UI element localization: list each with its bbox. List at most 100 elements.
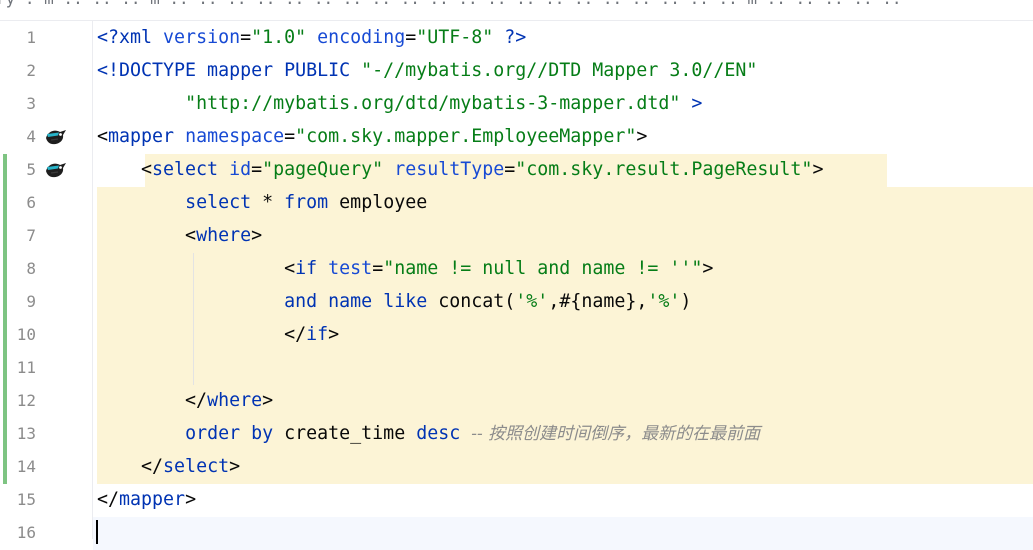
code-token: and (284, 291, 318, 312)
code-line[interactable]: 14 </select> (0, 451, 1033, 484)
code-token: test (328, 258, 373, 279)
code-text[interactable]: <mapper namespace="com.sky.mapper.Employ… (97, 126, 647, 148)
code-token: select (185, 192, 252, 213)
code-line[interactable]: 2 <!DOCTYPE mapper PUBLIC "-//mybatis.org… (0, 55, 1033, 88)
line-number: 2 (26, 61, 36, 80)
line-number: 10 (16, 325, 36, 344)
code-line[interactable]: 1 <?xml version="1.0" encoding="UTF-8" ?> (0, 22, 1033, 55)
code-token: "http://mybatis.org/dtd/mybatis-3-mapper… (185, 93, 692, 114)
code-token: "com.sky.mapper.EmployeeMapper" (295, 126, 637, 147)
code-token: version (163, 27, 241, 48)
code-token: encoding (317, 27, 406, 48)
code-token: if (306, 324, 329, 345)
code-text[interactable]: </mapper> (97, 489, 196, 511)
line-number: 16 (16, 523, 36, 542)
line-number: 1 (26, 28, 36, 47)
line-number: 14 (16, 457, 36, 476)
line-number: 4 (26, 127, 36, 146)
breadcrumb: ry . m .. .. .. m .. .. .. .. .. .. .. .… (0, 0, 901, 8)
line-number: 9 (26, 292, 36, 311)
code-token: * (251, 192, 285, 213)
code-token: from (284, 192, 329, 213)
code-line[interactable]: 6 select * from employee (0, 187, 1033, 220)
code-token: = (405, 27, 417, 48)
code-line[interactable]: 15 </mapper> (0, 484, 1033, 517)
line-number: 15 (16, 490, 36, 509)
code-token: mapper (108, 126, 186, 147)
mybatis-bird-icon[interactable] (44, 159, 68, 181)
code-token: </ (97, 456, 164, 477)
code-token: select (163, 456, 230, 477)
code-token: </ (97, 489, 120, 510)
code-token: order by (185, 423, 274, 444)
code-token: id (229, 159, 252, 180)
code-line[interactable]: 11 (0, 352, 1033, 385)
code-text[interactable]: </if> (97, 324, 339, 346)
code-text[interactable]: order by create_time desc -- 按照创建时间倒序，最新… (97, 423, 760, 445)
code-line[interactable]: 8 <if test="name != null and name != ''"… (0, 253, 1033, 286)
code-token: ) (680, 291, 692, 312)
code-text[interactable]: </where> (97, 390, 273, 412)
code-token: "pageQuery" (262, 159, 395, 180)
code-text[interactable]: <select id="pageQuery" resultType="com.s… (97, 159, 823, 181)
code-text[interactable]: "http://mybatis.org/dtd/mybatis-3-mapper… (97, 93, 702, 115)
code-token: > (691, 93, 703, 114)
tag-scope-highlight (97, 352, 1033, 385)
code-token: "UTF-8" (416, 27, 505, 48)
code-line[interactable]: 4 <mapper namespace="com.sky.mapper.Emplo… (0, 121, 1033, 154)
code-line[interactable]: 5 <select id="pageQuery" resultType="com… (0, 154, 1033, 187)
code-token: <?xml (97, 27, 164, 48)
code-line[interactable]: 10 </if> (0, 319, 1033, 352)
code-editor[interactable]: ry . m .. .. .. m .. .. .. .. .. .. .. .… (0, 0, 1033, 550)
code-token: = (240, 27, 252, 48)
code-token: ?> (504, 27, 527, 48)
code-text[interactable]: <if test="name != null and name != ''"> (97, 258, 713, 280)
code-token: > (251, 225, 263, 246)
code-text[interactable]: </select> (97, 456, 240, 478)
code-token: mapper (119, 489, 186, 510)
code-token: "-//mybatis.org//DTD Mapper 3.0//EN" (361, 60, 758, 81)
code-token: select (152, 159, 230, 180)
code-token: < (97, 126, 109, 147)
code-line[interactable]: 16 (0, 517, 1033, 550)
code-token: = (372, 258, 384, 279)
code-text[interactable]: <?xml version="1.0" encoding="UTF-8" ?> (97, 27, 526, 49)
code-line[interactable]: 7 <where> (0, 220, 1033, 253)
code-token: > (229, 456, 241, 477)
line-number: 13 (16, 424, 36, 443)
code-token: where (196, 225, 252, 246)
code-token: namespace (185, 126, 285, 147)
code-line[interactable]: 12 </where> (0, 385, 1033, 418)
code-token: create_time (273, 423, 417, 444)
code-token: name (328, 291, 373, 312)
code-token: -- 按照创建时间倒序，最新的在最前面 (471, 424, 761, 444)
code-text[interactable]: <!DOCTYPE mapper PUBLIC "-//mybatis.org/… (97, 60, 757, 82)
code-token: > (636, 126, 648, 147)
code-text[interactable]: select * from employee (97, 192, 427, 214)
code-token: like (383, 291, 428, 312)
code-token: > (185, 489, 197, 510)
code-token: > (262, 390, 274, 411)
code-line[interactable]: 9 and name like concat('%',#{name},'%') (0, 286, 1033, 319)
code-lines[interactable]: 1 <?xml version="1.0" encoding="UTF-8" ?>… (0, 22, 1033, 550)
code-token: concat( (427, 291, 516, 312)
code-token: </ (97, 390, 208, 411)
code-token: if (295, 258, 329, 279)
code-line[interactable]: 13 order by create_time desc -- 按照创建时间倒序… (0, 418, 1033, 451)
code-token: "com.sky.result.PageResult" (515, 159, 813, 180)
code-text[interactable]: <where> (97, 225, 262, 247)
code-text[interactable]: and name like concat('%',#{name},'%') (97, 291, 691, 313)
code-line[interactable]: 3 "http://mybatis.org/dtd/mybatis-3-mapp… (0, 88, 1033, 121)
code-token: </ (97, 324, 307, 345)
text-caret (96, 520, 98, 544)
code-token: < (97, 225, 197, 246)
mybatis-bird-icon[interactable] (44, 126, 68, 148)
code-token: '%' (515, 291, 549, 312)
line-number: 8 (26, 259, 36, 278)
